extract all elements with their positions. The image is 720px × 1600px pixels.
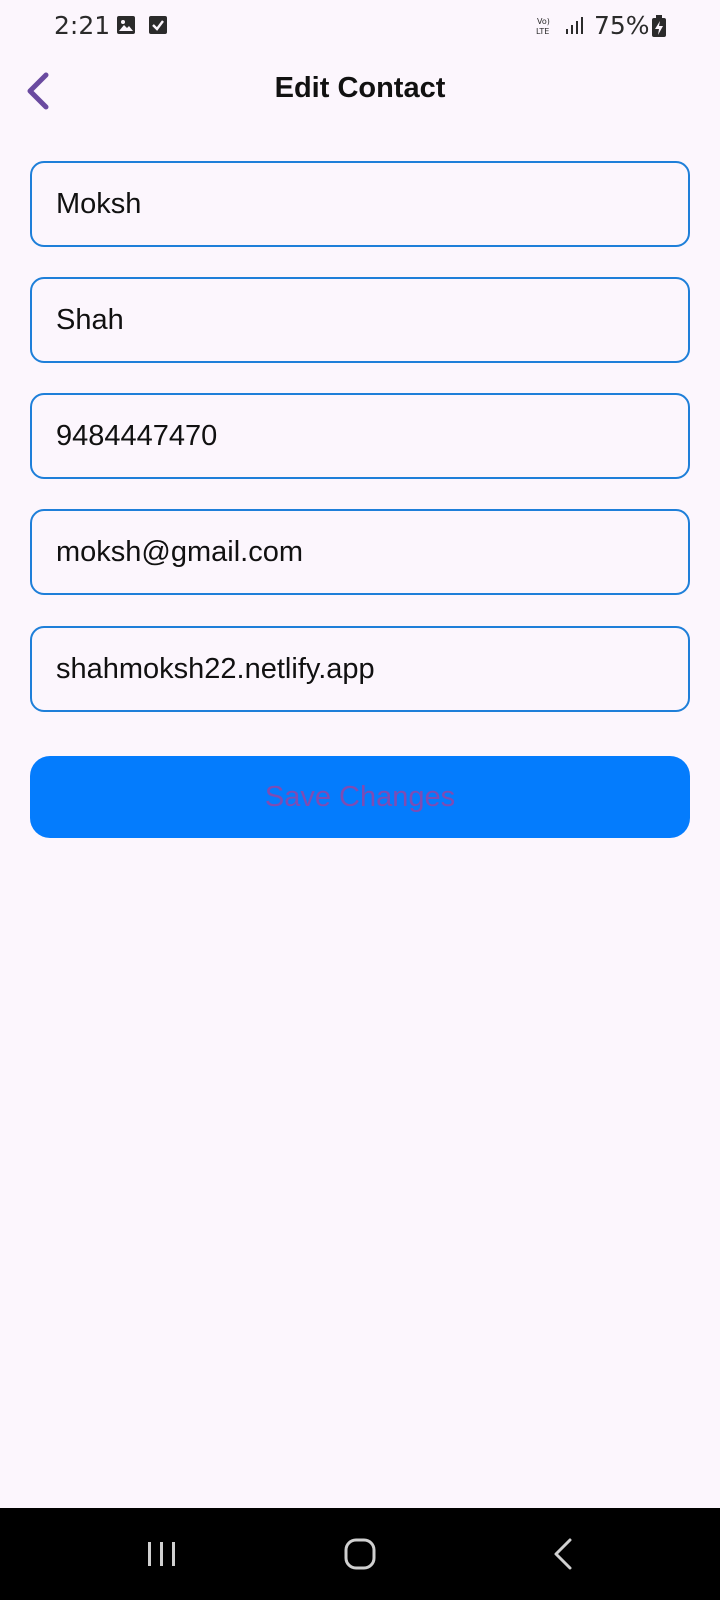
website-field[interactable] xyxy=(30,626,690,712)
last-name-field[interactable] xyxy=(30,277,690,363)
status-bar: 2:21 Vo) LTE 75% xyxy=(0,0,720,56)
gallery-icon xyxy=(117,16,135,34)
signal-icon xyxy=(566,17,583,34)
save-changes-label: Save Changes xyxy=(264,780,456,813)
page-title: Edit Contact xyxy=(274,72,446,104)
status-time: 2:21 xyxy=(54,11,111,40)
svg-text:LTE: LTE xyxy=(536,27,549,36)
home-icon[interactable] xyxy=(338,1532,382,1576)
svg-text:Vo): Vo) xyxy=(537,17,550,26)
back-icon[interactable] xyxy=(542,1532,586,1576)
phone-field[interactable] xyxy=(30,393,690,479)
battery-percentage: 75% xyxy=(594,11,650,40)
save-changes-button[interactable]: Save Changes xyxy=(30,756,690,838)
email-field[interactable] xyxy=(30,509,690,595)
edit-contact-screen: 2:21 Vo) LTE 75% Edit Contact Moksh Shah… xyxy=(0,0,720,1600)
checkbox-icon xyxy=(149,16,167,34)
navigation-bar xyxy=(0,1508,720,1600)
battery-charging-icon xyxy=(652,15,666,37)
volte-icon: Vo) LTE xyxy=(536,17,550,36)
first-name-field[interactable] xyxy=(30,161,690,247)
recents-icon[interactable] xyxy=(140,1534,184,1574)
